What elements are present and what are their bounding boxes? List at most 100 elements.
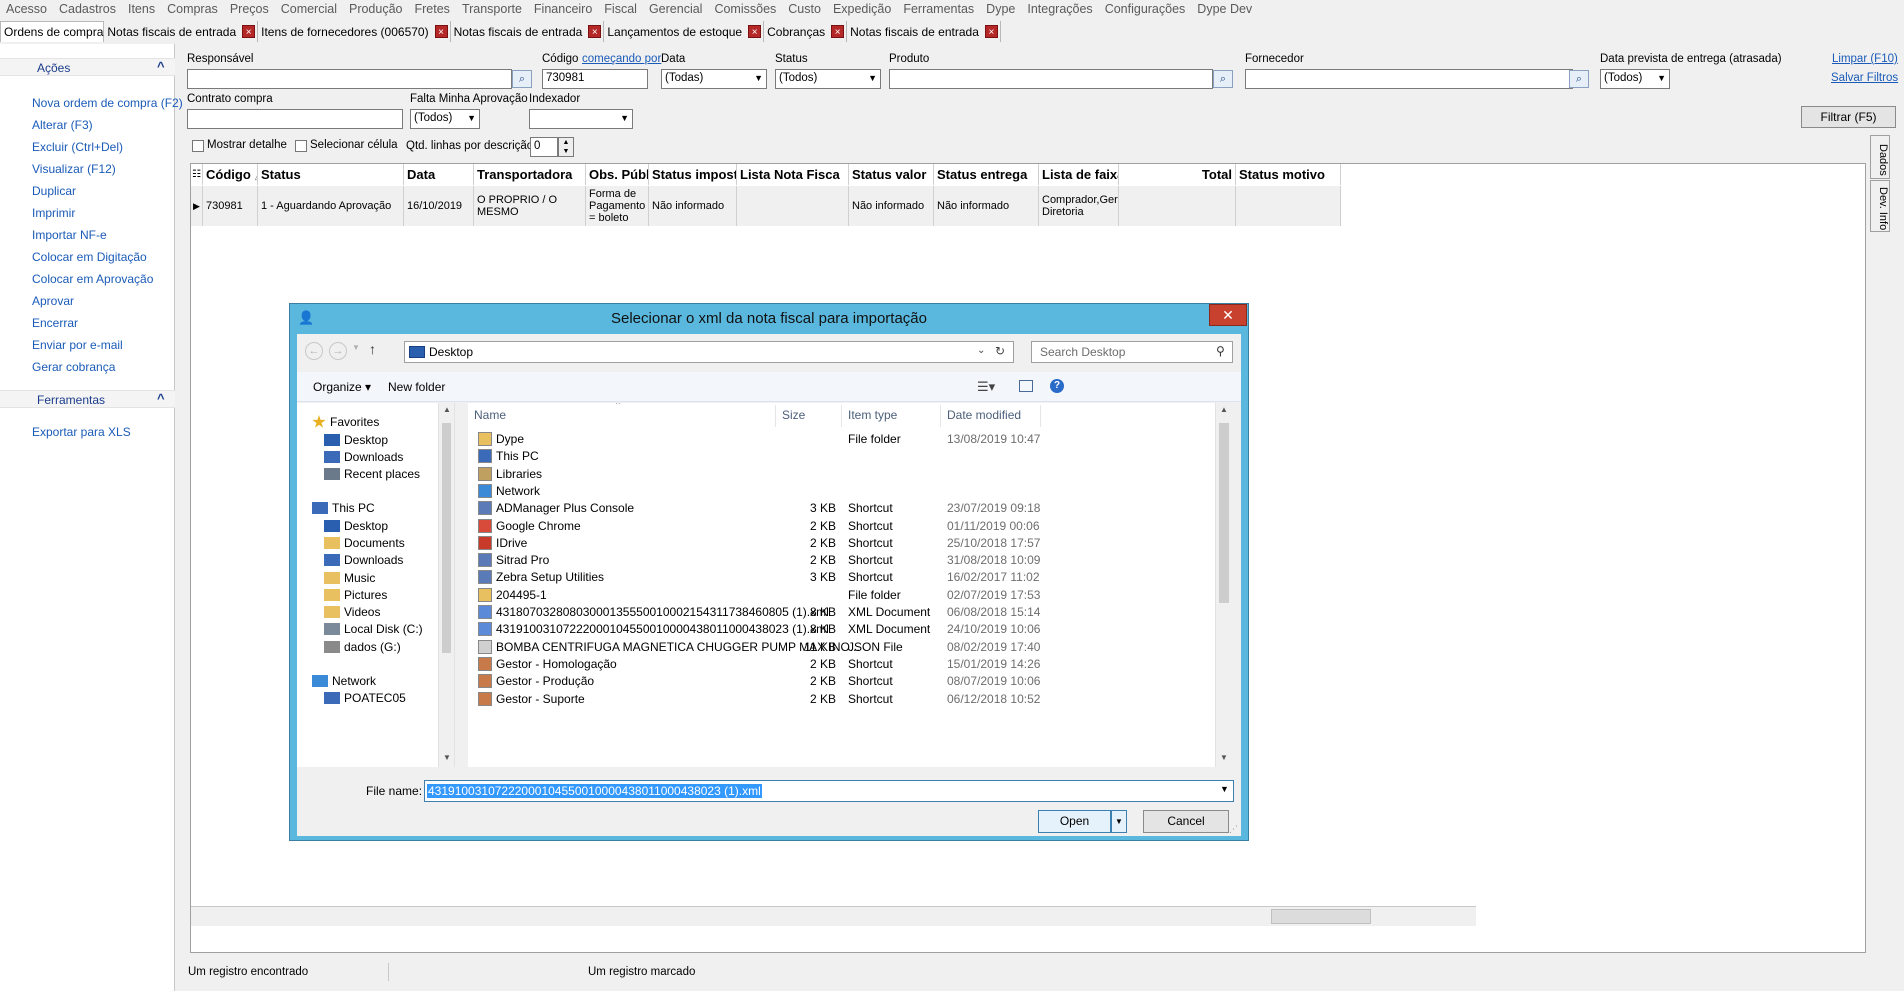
grid-header[interactable]: Status valor (849, 164, 934, 185)
grid-cell[interactable] (737, 186, 849, 226)
action-link[interactable]: Enviar por e-mail (32, 338, 123, 352)
tab-item[interactable]: Itens de fornecedores (006570) × (258, 21, 451, 42)
file-column-header[interactable]: Item type (842, 405, 941, 427)
grid-cell[interactable] (1236, 186, 1341, 226)
indexador-select[interactable]: ▼ (529, 109, 633, 129)
nav-item[interactable]: Music (324, 571, 375, 585)
falta-aprovacao-select[interactable]: (Todos) ▼ (410, 109, 480, 129)
action-link[interactable]: Alterar (F3) (32, 118, 93, 132)
grid-header[interactable]: Total (1119, 164, 1236, 185)
status-select[interactable]: (Todos) ▼ (775, 69, 881, 89)
search-input[interactable]: Search Desktop ⚲ (1031, 341, 1233, 363)
menu-item[interactable]: Transporte (456, 2, 528, 16)
file-column-header[interactable]: Date modified (941, 405, 1041, 427)
address-bar[interactable]: Desktop ⌄ ↻ (404, 341, 1014, 363)
nav-item[interactable]: Documents (324, 536, 405, 550)
recent-dropdown-icon[interactable]: ▼ (352, 343, 360, 352)
grid-cell[interactable]: Não informado (934, 186, 1039, 226)
action-link[interactable]: Encerrar (32, 316, 78, 330)
menu-item[interactable]: Comercial (275, 2, 343, 16)
binoculars-icon[interactable]: ⌕ (512, 70, 532, 88)
chevron-down-icon[interactable]: ▼ (1220, 784, 1229, 794)
grid-header[interactable]: Status (258, 164, 404, 185)
nav-item[interactable]: Pictures (324, 588, 387, 602)
menu-item[interactable]: Configurações (1099, 2, 1192, 16)
menu-item[interactable]: Dype (980, 2, 1021, 16)
menu-item[interactable]: Preços (224, 2, 275, 16)
action-link[interactable]: Visualizar (F12) (32, 162, 116, 176)
nav-item[interactable]: Network (312, 674, 376, 688)
file-column-header[interactable]: Name (468, 405, 776, 427)
action-link[interactable]: Nova ordem de compra (F2) (32, 96, 183, 110)
menu-item[interactable]: Comissões (708, 2, 782, 16)
open-button[interactable]: Open (1038, 810, 1111, 833)
open-dropdown-icon[interactable]: ▼ (1111, 810, 1127, 833)
grid-cell[interactable]: 1 - Aguardando Aprovação (258, 186, 404, 226)
tab-item[interactable]: Ordens de compra (0, 21, 105, 42)
scroll-down-icon[interactable]: ▼ (443, 753, 451, 762)
grid-header[interactable]: Lista Nota Fisca (737, 164, 849, 185)
menu-item[interactable]: Acesso (0, 2, 53, 16)
grid-cell[interactable]: Não informado (849, 186, 934, 226)
back-icon[interactable]: ← (305, 342, 323, 360)
tab-dev-info[interactable]: Dev. Info (1870, 180, 1890, 232)
menu-item[interactable]: Fretes (409, 2, 456, 16)
grid-cell[interactable] (1119, 186, 1236, 226)
scroll-up-icon[interactable]: ▲ (1220, 405, 1228, 414)
action-link[interactable]: Aprovar (32, 294, 74, 308)
resize-grip-icon[interactable]: ⋰ (1229, 824, 1238, 835)
tab-item[interactable]: Lançamentos de estoque × (604, 21, 765, 42)
grid-cell[interactable]: Forma de Pagamento = boleto (586, 186, 649, 226)
menu-item[interactable]: Produção (343, 2, 409, 16)
grid-cell[interactable]: 730981 (203, 186, 258, 226)
grid-header[interactable]: Transportadora (474, 164, 586, 185)
nav-item[interactable]: Desktop (324, 519, 388, 533)
qtd-linhas-input[interactable]: 0 (530, 137, 558, 157)
nav-item[interactable]: Downloads (324, 553, 403, 567)
nav-item[interactable]: This PC (312, 501, 375, 515)
mostrar-detalhe-checkbox[interactable] (192, 140, 204, 152)
action-export-xls[interactable]: Exportar para XLS (32, 425, 131, 439)
cancel-button[interactable]: Cancel (1143, 810, 1229, 833)
tab-item[interactable]: Notas fiscais de entrada × (450, 21, 605, 42)
nav-item[interactable]: Local Disk (C:) (324, 622, 423, 636)
nav-item[interactable]: dados (G:) (324, 640, 401, 654)
preview-pane-icon[interactable] (1019, 380, 1033, 392)
grid-cell[interactable]: O PROPRIO / O MESMO (474, 186, 586, 226)
tab-item[interactable]: Notas fiscais de entrada × (104, 21, 259, 42)
collapse-icon[interactable]: ^ (157, 59, 165, 74)
file-column-header[interactable]: Size (776, 405, 842, 427)
view-options-icon[interactable]: ☰▾ (977, 379, 995, 395)
grid-menu-icon[interactable]: ☷ (191, 164, 203, 185)
limpar-link[interactable]: Limpar (F10) (1832, 53, 1898, 65)
menu-item[interactable]: Dype Dev (1191, 2, 1258, 16)
actions-section-header[interactable]: Ações ^ (0, 58, 175, 76)
forward-icon[interactable]: → (329, 342, 347, 360)
horizontal-scrollbar[interactable] (191, 906, 1476, 926)
help-icon[interactable]: ? (1050, 379, 1064, 393)
scrollbar-thumb[interactable] (1219, 423, 1229, 603)
codigo-input[interactable]: 730981 (542, 69, 648, 89)
fornecedor-input[interactable] (1245, 69, 1573, 89)
grid-header[interactable]: Lista de faixa d (1039, 164, 1119, 185)
menu-item[interactable]: Compras (161, 2, 224, 16)
nav-item[interactable]: Downloads (324, 450, 403, 464)
tools-section-header[interactable]: Ferramentas ^ (0, 390, 175, 408)
menu-item[interactable]: Cadastros (53, 2, 122, 16)
tab-dados[interactable]: Dados (1870, 135, 1890, 179)
selecionar-celula-checkbox[interactable] (295, 140, 307, 152)
close-icon[interactable]: × (242, 25, 256, 38)
action-link[interactable]: Imprimir (32, 206, 75, 220)
close-icon[interactable]: × (434, 25, 448, 38)
chevron-down-icon[interactable]: ⌄ (977, 345, 985, 356)
tab-item[interactable]: Notas fiscais de entrada × (847, 21, 1001, 42)
scrollbar-thumb[interactable] (442, 423, 451, 653)
produto-input[interactable] (889, 69, 1213, 89)
menu-item[interactable]: Fiscal (598, 2, 643, 16)
grid-header[interactable]: Status motivo (1236, 164, 1341, 185)
grid-header[interactable]: Status imposto (649, 164, 737, 185)
action-link[interactable]: Excluir (Ctrl+Del) (32, 140, 123, 154)
responsavel-input[interactable] (187, 69, 512, 89)
grid-cell[interactable]: Comprador,Gerente, Diretoria (1039, 186, 1119, 226)
menu-item[interactable]: Itens (122, 2, 161, 16)
